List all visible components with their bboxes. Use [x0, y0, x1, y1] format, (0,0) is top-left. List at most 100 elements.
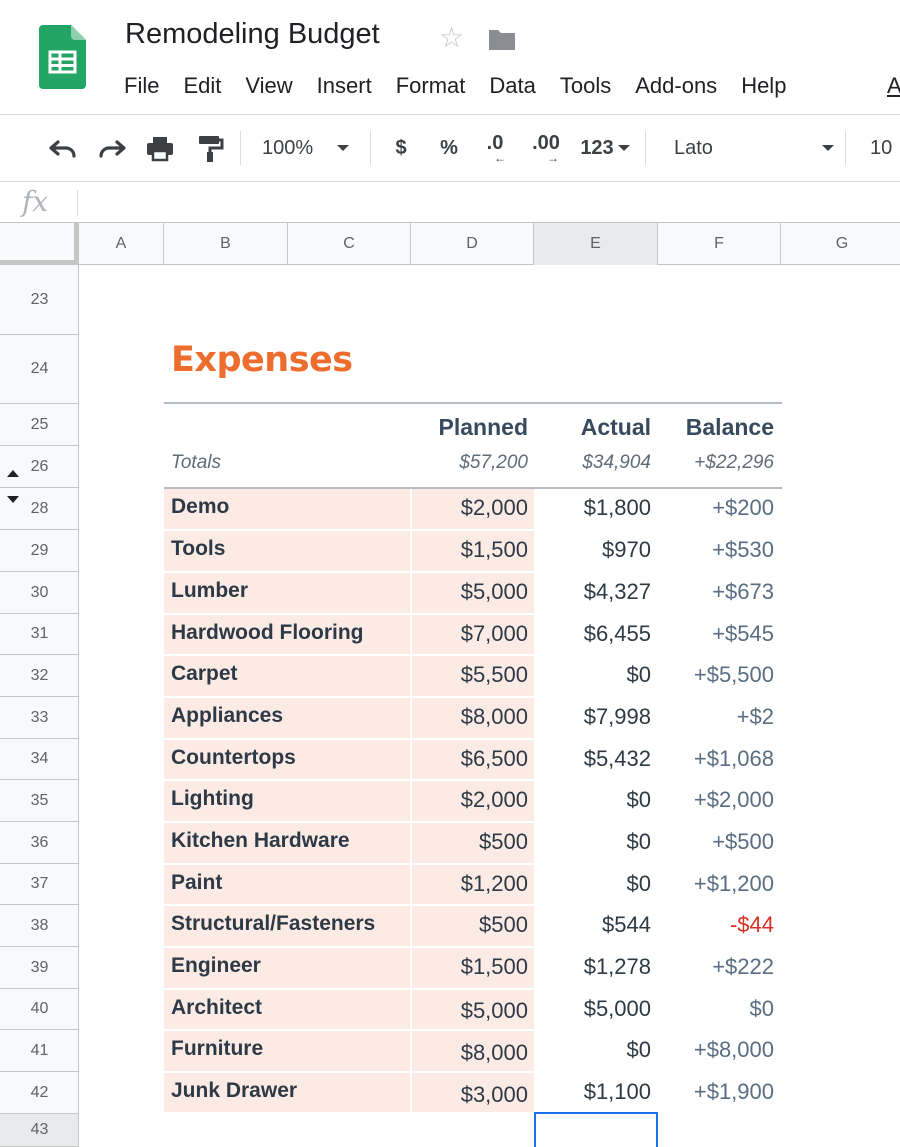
- menu-help[interactable]: Help: [729, 70, 798, 102]
- expense-name[interactable]: Tools: [171, 537, 225, 561]
- balance-cell[interactable]: +$1,068: [658, 746, 774, 772]
- expense-name[interactable]: Lighting: [171, 787, 254, 811]
- row-header[interactable]: 35: [0, 780, 79, 822]
- row-header[interactable]: 23: [0, 265, 79, 335]
- expense-name[interactable]: Architect: [171, 996, 262, 1020]
- balance-cell[interactable]: +$545: [658, 621, 774, 647]
- row-header[interactable]: 34: [0, 739, 79, 780]
- expense-name[interactable]: Paint: [171, 871, 222, 895]
- star-icon[interactable]: ☆: [439, 24, 464, 52]
- planned-cell[interactable]: $1,500: [411, 954, 528, 980]
- font-size-select[interactable]: 10: [870, 132, 900, 164]
- row-header[interactable]: 25: [0, 404, 79, 446]
- expense-name[interactable]: Furniture: [171, 1037, 263, 1061]
- column-header-d[interactable]: D: [411, 223, 534, 265]
- row-header[interactable]: 33: [0, 697, 79, 739]
- balance-cell[interactable]: +$1,900: [658, 1079, 774, 1105]
- select-all-corner[interactable]: [0, 223, 79, 265]
- planned-cell[interactable]: $1,200: [411, 871, 528, 897]
- expense-name[interactable]: Demo: [171, 495, 229, 519]
- header-actual[interactable]: Actual: [534, 414, 651, 441]
- redo-icon[interactable]: [95, 132, 129, 164]
- menu-view[interactable]: View: [233, 70, 304, 102]
- paint-format-icon[interactable]: [195, 132, 225, 164]
- planned-cell[interactable]: $6,500: [411, 746, 528, 772]
- column-header-f[interactable]: F: [658, 223, 781, 265]
- currency-format-button[interactable]: $: [388, 132, 414, 164]
- planned-cell[interactable]: $500: [411, 912, 528, 938]
- row-header[interactable]: 31: [0, 614, 79, 655]
- actual-cell[interactable]: $0: [534, 787, 651, 813]
- expense-name[interactable]: Lumber: [171, 579, 248, 603]
- balance-cell[interactable]: +$1,200: [658, 871, 774, 897]
- header-balance[interactable]: Balance: [658, 414, 774, 441]
- active-cell-e43[interactable]: [534, 1112, 658, 1147]
- undo-icon[interactable]: [46, 132, 80, 164]
- actual-cell[interactable]: $6,455: [534, 621, 651, 647]
- row-header[interactable]: 38: [0, 905, 79, 947]
- percent-format-button[interactable]: %: [436, 132, 462, 164]
- planned-cell[interactable]: $8,000: [411, 704, 528, 730]
- formula-bar[interactable]: fx: [0, 181, 900, 223]
- actual-cell[interactable]: $5,000: [534, 996, 651, 1022]
- planned-cell[interactable]: $5,500: [411, 662, 528, 688]
- totals-actual[interactable]: $34,904: [534, 452, 651, 474]
- row-header[interactable]: 43: [0, 1114, 79, 1147]
- font-family-select[interactable]: Lato: [674, 132, 834, 164]
- actual-cell[interactable]: $1,800: [534, 495, 651, 521]
- actual-cell[interactable]: $1,100: [534, 1079, 651, 1105]
- balance-cell[interactable]: -$44: [658, 912, 774, 938]
- folder-icon[interactable]: [487, 28, 517, 52]
- totals-balance[interactable]: +$22,296: [658, 452, 774, 474]
- balance-cell[interactable]: +$2,000: [658, 787, 774, 813]
- print-icon[interactable]: [144, 132, 176, 164]
- row-header[interactable]: 30: [0, 572, 79, 614]
- planned-cell[interactable]: $2,000: [411, 787, 528, 813]
- row-header[interactable]: 26: [0, 446, 79, 488]
- planned-cell[interactable]: $8,000: [411, 1040, 528, 1066]
- planned-cell[interactable]: $1,500: [411, 537, 528, 563]
- menu-file[interactable]: File: [112, 70, 171, 102]
- actual-cell[interactable]: $0: [534, 829, 651, 855]
- actual-cell[interactable]: $4,327: [534, 579, 651, 605]
- expense-name[interactable]: Hardwood Flooring: [171, 621, 363, 645]
- balance-cell[interactable]: +$500: [658, 829, 774, 855]
- balance-cell[interactable]: +$200: [658, 495, 774, 521]
- row-header[interactable]: 28: [0, 488, 79, 530]
- document-title[interactable]: Remodeling Budget: [125, 18, 380, 51]
- planned-cell[interactable]: $3,000: [411, 1082, 528, 1108]
- actual-cell[interactable]: $1,278: [534, 954, 651, 980]
- row-header[interactable]: 32: [0, 655, 79, 697]
- expense-name[interactable]: Structural/Fasteners: [171, 912, 375, 936]
- actual-cell[interactable]: $7,998: [534, 704, 651, 730]
- row-header[interactable]: 29: [0, 530, 79, 572]
- menu-overflow-item[interactable]: A: [887, 70, 900, 102]
- balance-cell[interactable]: +$530: [658, 537, 774, 563]
- totals-label[interactable]: Totals: [171, 452, 221, 474]
- expense-name[interactable]: Countertops: [171, 746, 296, 770]
- row-header[interactable]: 41: [0, 1030, 79, 1072]
- totals-planned[interactable]: $57,200: [411, 452, 528, 474]
- planned-cell[interactable]: $5,000: [411, 998, 528, 1024]
- decrease-decimal-button[interactable]: .0 ←: [478, 132, 512, 164]
- balance-cell[interactable]: +$5,500: [658, 662, 774, 688]
- planned-cell[interactable]: $7,000: [411, 621, 528, 647]
- actual-cell[interactable]: $0: [534, 871, 651, 897]
- group-collapse-up-icon[interactable]: [7, 470, 19, 477]
- row-header[interactable]: 36: [0, 822, 79, 864]
- column-header-a[interactable]: A: [79, 223, 164, 265]
- expense-name[interactable]: Engineer: [171, 954, 261, 978]
- column-header-b[interactable]: B: [164, 223, 288, 265]
- increase-decimal-button[interactable]: .00 →: [526, 132, 566, 164]
- planned-cell[interactable]: $5,000: [411, 579, 528, 605]
- column-header-c[interactable]: C: [288, 223, 411, 265]
- header-planned[interactable]: Planned: [411, 414, 528, 441]
- column-header-e[interactable]: E: [534, 223, 658, 265]
- balance-cell[interactable]: +$673: [658, 579, 774, 605]
- expense-name[interactable]: Kitchen Hardware: [171, 829, 350, 853]
- more-formats-button[interactable]: 123: [575, 132, 635, 164]
- balance-cell[interactable]: $0: [658, 996, 774, 1022]
- row-header[interactable]: 40: [0, 989, 79, 1030]
- sheets-logo-icon[interactable]: [39, 25, 86, 89]
- balance-cell[interactable]: +$222: [658, 954, 774, 980]
